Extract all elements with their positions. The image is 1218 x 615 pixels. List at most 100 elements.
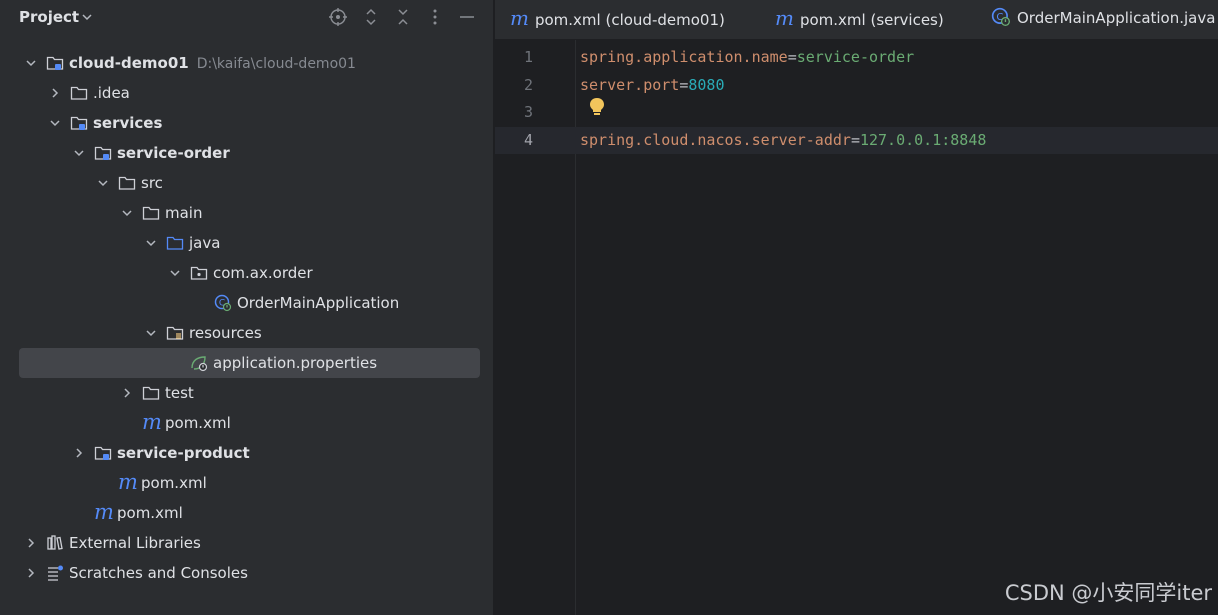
locate-file-icon[interactable] [328, 7, 348, 27]
tree-item[interactable]: External Libraries [0, 528, 494, 558]
chevron-down-icon[interactable] [120, 206, 134, 220]
lightbulb-icon[interactable] [588, 97, 606, 117]
editor-tab[interactable]: m pom.xml (services) [775, 0, 944, 39]
chevron-right-icon[interactable] [24, 566, 38, 580]
tree-item-label: service-product [117, 444, 250, 462]
chevron-right-icon[interactable] [48, 86, 62, 100]
tree-item-label: src [141, 174, 163, 192]
project-panel: Project cloud-demo01 D:\kaifa\cloud-demo0… [0, 0, 494, 615]
tree-item[interactable]: m pom.xml [0, 408, 494, 438]
spring-boot-class-icon: C [214, 294, 232, 312]
watermark: CSDN @小安同学iter [1004, 581, 1212, 605]
tree-item-label: com.ax.order [213, 264, 313, 282]
property-key: spring.cloud.nacos.server-addr [580, 130, 851, 149]
tree-item-label: pom.xml [165, 414, 231, 432]
more-options-icon[interactable] [425, 7, 445, 27]
chevron-down-icon[interactable] [96, 176, 110, 190]
project-view-selector[interactable]: Project [19, 8, 79, 26]
property-separator: = [787, 48, 797, 66]
tree-item-label: OrderMainApplication [237, 294, 400, 312]
spring-properties-icon [191, 356, 208, 372]
code-line[interactable]: 2 server.port=8080 [495, 72, 1218, 99]
tree-item[interactable]: Scratches and Consoles [0, 558, 494, 588]
property-separator: = [850, 130, 860, 149]
chevron-right-icon[interactable] [120, 386, 134, 400]
tree-item[interactable]: main [0, 198, 494, 228]
project-panel-header: Project [0, 0, 494, 36]
tree-item-label: application.properties [213, 354, 378, 372]
chevron-right-icon[interactable] [24, 536, 38, 550]
expand-all-icon[interactable] [361, 7, 381, 27]
tree-item-label: service-order [117, 144, 230, 162]
source-folder-icon [166, 236, 184, 250]
chevron-down-icon[interactable] [72, 146, 86, 160]
code-line[interactable]: 4 spring.cloud.nacos.server-addr=127.0.0.… [495, 126, 1218, 154]
code-text: server.port=8080 [580, 72, 725, 99]
collapse-all-icon[interactable] [393, 7, 413, 27]
tree-item[interactable]: m pom.xml [0, 498, 494, 528]
chevron-down-icon[interactable] [48, 116, 62, 130]
tree-item-label: cloud-demo01 D:\kaifa\cloud-demo01 [69, 54, 356, 72]
property-key: server.port [580, 75, 680, 94]
editor-tab[interactable]: m pom.xml (cloud-demo01) [510, 0, 725, 39]
tree-item-label: pom.xml [117, 504, 183, 522]
tree-item[interactable]: C OrderMainApplication [0, 288, 494, 318]
module-folder-icon [94, 446, 112, 460]
editor-tab-label: OrderMainApplication.java [1017, 9, 1216, 27]
chevron-down-icon[interactable] [24, 56, 38, 70]
code-editor[interactable]: 1 spring.application.name=service-order 2 s… [495, 40, 1218, 615]
tree-item[interactable]: application.properties [0, 348, 494, 378]
maven-icon: m [94, 500, 114, 524]
chevron-down-icon[interactable] [144, 326, 158, 340]
module-folder-icon [46, 56, 64, 70]
code-text: spring.cloud.nacos.server-addr=127.0.0.1… [580, 127, 986, 154]
folder-icon [142, 206, 160, 220]
property-value: 127.0.0.1:8848 [859, 130, 987, 149]
hide-panel-icon[interactable] [457, 7, 477, 27]
property-value: 8080 [688, 75, 725, 94]
tree-item-label: resources [189, 324, 262, 342]
maven-icon: m [142, 410, 162, 434]
line-number: 3 [523, 103, 533, 121]
tree-item[interactable]: cloud-demo01 D:\kaifa\cloud-demo01 [0, 48, 494, 78]
tree-item[interactable]: java [0, 228, 494, 258]
project-path: D:\kaifa\cloud-demo01 [196, 56, 356, 72]
tree-item-label: pom.xml [141, 474, 207, 492]
tree-item-label: .idea [93, 84, 130, 102]
tree-item-label: External Libraries [69, 534, 201, 552]
tree-item-label: main [165, 204, 203, 222]
resources-folder-icon [166, 326, 184, 340]
module-folder-icon [94, 146, 112, 160]
tree-item[interactable]: service-product [0, 438, 494, 468]
code-line[interactable]: 1 spring.application.name=service-order [495, 44, 1218, 71]
tree-item-label: test [165, 384, 194, 402]
spring-boot-class-icon: C [991, 7, 1010, 26]
maven-icon: m [775, 6, 794, 30]
tree-item[interactable]: test [0, 378, 494, 408]
tree-item[interactable]: src [0, 168, 494, 198]
folder-icon [142, 386, 160, 400]
tree-item[interactable]: com.ax.order [0, 258, 494, 288]
tree-item[interactable]: m pom.xml [0, 468, 494, 498]
editor-tab[interactable]: C OrderMainApplication.java [991, 0, 1215, 39]
tree-item[interactable]: resources [0, 318, 494, 348]
editor-tab-label: pom.xml (cloud-demo01) [534, 11, 725, 29]
code-text: spring.application.name=service-order [580, 44, 914, 71]
package-icon [190, 266, 208, 280]
line-number: 4 [523, 130, 533, 149]
tree-item[interactable]: .idea [0, 78, 494, 108]
chevron-down-icon[interactable] [80, 10, 94, 24]
maven-icon: m [118, 470, 138, 494]
tree-item[interactable]: service-order [0, 138, 494, 168]
chevron-right-icon[interactable] [72, 446, 86, 460]
chevron-down-icon[interactable] [168, 266, 182, 280]
tree-item[interactable]: services [0, 108, 494, 138]
tree-item-label: java [189, 234, 221, 252]
chevron-down-icon[interactable] [144, 236, 158, 250]
scratches-icon [48, 565, 63, 581]
folder-icon [70, 86, 88, 100]
maven-icon: m [510, 6, 529, 30]
project-tree: cloud-demo01 D:\kaifa\cloud-demo01 .idea se… [0, 48, 494, 588]
libraries-icon [47, 535, 63, 550]
line-number: 2 [523, 75, 533, 94]
